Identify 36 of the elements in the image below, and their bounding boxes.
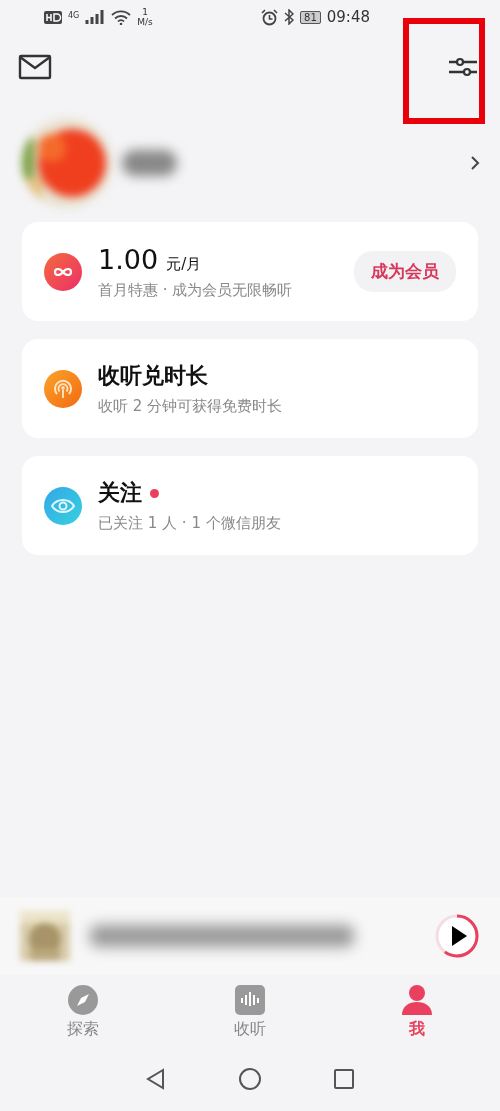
recents-icon[interactable] <box>332 1067 356 1091</box>
nav-tab[interactable]: 我 <box>333 983 500 1047</box>
speed-value: 1 <box>142 7 148 17</box>
speed-unit: M/s <box>137 17 153 27</box>
battery-level: 81 <box>300 10 321 24</box>
blurred-username <box>122 150 177 176</box>
broadcast-icon <box>44 369 82 408</box>
card-title: 关注 <box>98 479 142 507</box>
menu-card[interactable]: 关注 已关注 1 人 · 1 个微信朋友 <box>22 456 478 555</box>
waveform-icon <box>233 983 267 1017</box>
wifi-icon <box>111 9 132 25</box>
nav-tab[interactable]: 收听 <box>166 983 334 1047</box>
person-icon <box>399 983 434 1017</box>
signal-icon <box>85 10 106 24</box>
notification-dot <box>150 488 159 498</box>
hd-icon <box>44 10 62 24</box>
play-button[interactable] <box>434 913 480 959</box>
menu-card[interactable]: 收听兑时长 收听 2 分钟可获得免费时长 <box>22 339 478 438</box>
eye-icon <box>44 486 82 525</box>
bluetooth-icon <box>284 9 295 25</box>
infinity-icon <box>44 252 82 291</box>
chevron-right-icon[interactable] <box>470 155 480 171</box>
menu-card[interactable]: 1.00 元/月 首月特惠 · 成为会员无限畅听 成为会员 <box>22 222 478 321</box>
compass-icon <box>66 983 101 1017</box>
price-text: 1.00 <box>98 243 159 275</box>
card-subtitle: 已关注 1 人 · 1 个微信朋友 <box>98 514 282 533</box>
card-subtitle: 收听 2 分钟可获得免费时长 <box>98 397 284 416</box>
card-subtitle: 首月特惠 · 成为会员无限畅听 <box>98 280 294 300</box>
clock-time: 09:48 <box>326 8 370 26</box>
network-type: 4G <box>68 11 80 20</box>
home-icon[interactable] <box>238 1067 262 1091</box>
alarm-icon <box>261 8 279 26</box>
price-unit: 元/月 <box>166 254 202 274</box>
nav-tab[interactable]: 探索 <box>0 983 167 1047</box>
join-membership-button[interactable]: 成为会员 <box>354 251 456 292</box>
card-title: 收听兑时长 <box>98 362 208 390</box>
